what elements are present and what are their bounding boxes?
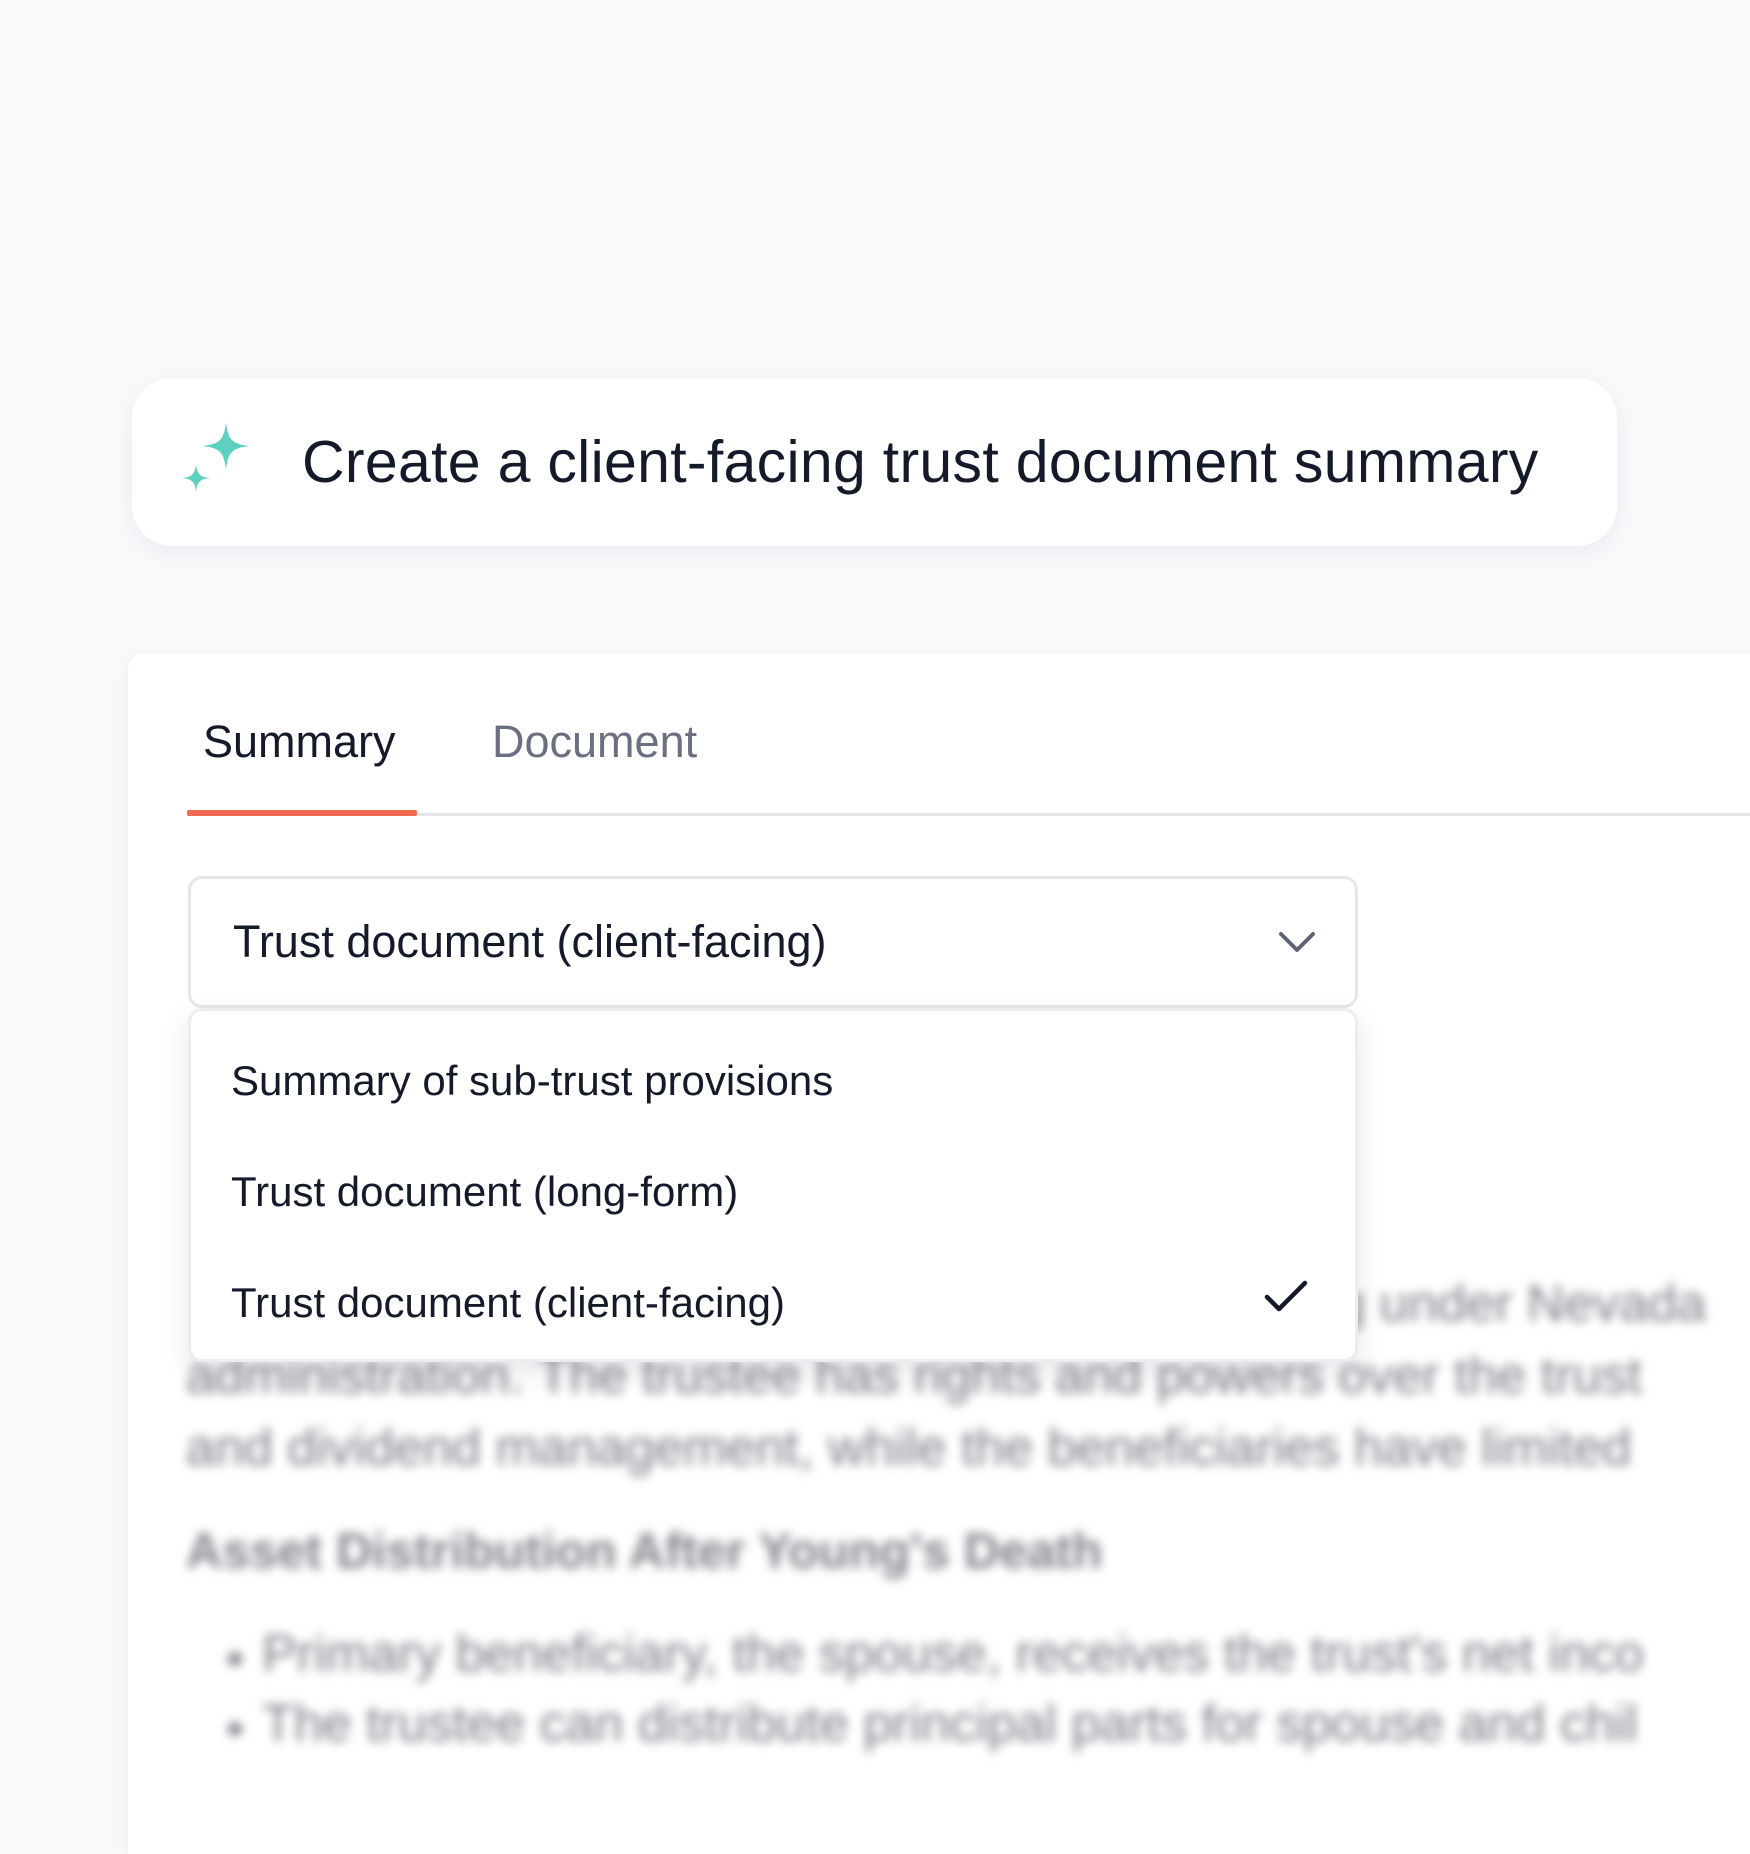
tab-bar: Summary Document [187, 654, 1750, 816]
menu-option-client-facing[interactable]: Trust document (client-facing) [231, 1279, 785, 1327]
prompt-text: Create a client-facing trust document su… [302, 429, 1539, 495]
tab-document[interactable]: Document [492, 716, 697, 768]
active-tab-indicator [187, 810, 417, 816]
prompt-card: Create a client-facing trust document su… [132, 378, 1617, 546]
check-icon [1264, 1280, 1308, 1312]
menu-option-long-form[interactable]: Trust document (long-form) [231, 1168, 738, 1216]
summary-type-menu: Summary of sub-trust provisions Trust do… [188, 1008, 1358, 1362]
tab-summary[interactable]: Summary [203, 716, 396, 768]
summary-text-line: g under Nevada [1336, 1275, 1707, 1333]
select-value: Trust document (client-facing) [233, 916, 827, 967]
summary-text-line: and dividend management, while the benef… [186, 1419, 1632, 1477]
list-item: Primary beneficiary, the spouse, receive… [262, 1625, 1644, 1683]
list-item: The trustee can distribute principal par… [262, 1695, 1638, 1753]
sparkle-icon [182, 422, 250, 492]
menu-option-sub-trust-provisions[interactable]: Summary of sub-trust provisions [231, 1057, 833, 1105]
summary-type-select[interactable]: Trust document (client-facing) [188, 876, 1358, 1008]
section-heading: Asset Distribution After Young's Death [186, 1523, 1103, 1579]
chevron-down-icon[interactable] [1277, 928, 1317, 956]
